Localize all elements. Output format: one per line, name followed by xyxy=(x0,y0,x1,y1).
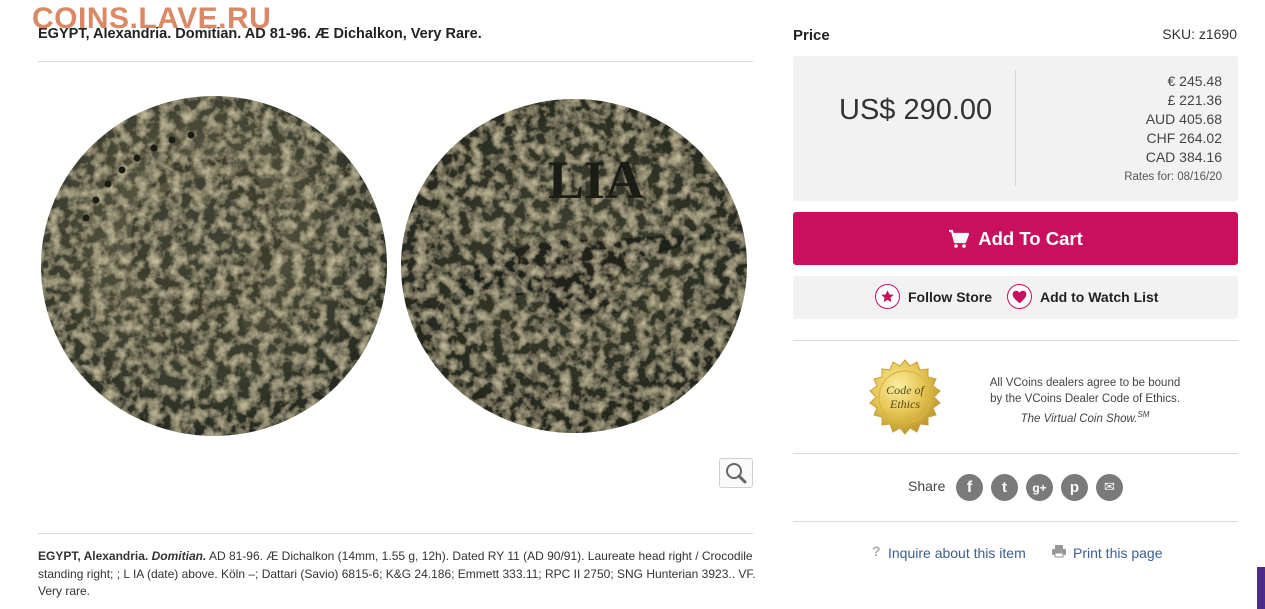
magnifier-icon xyxy=(726,463,747,484)
conversion-cad: CAD 384.16 xyxy=(1145,149,1222,165)
follow-watch-row: Follow Store Add to Watch List xyxy=(793,276,1238,319)
currency-conversions: € 245.48 £ 221.36 AUD 405.68 CHF 264.02 … xyxy=(1146,72,1222,167)
inquire-link[interactable]: ? Inquire about this item xyxy=(870,543,1026,561)
conversion-chf: CHF 264.02 xyxy=(1146,130,1222,146)
print-link[interactable]: Print this page xyxy=(1051,544,1163,561)
follow-store-button[interactable]: Follow Store xyxy=(875,284,992,309)
follow-divider xyxy=(793,340,1238,341)
ethics-line3: The Virtual Coin Show. xyxy=(1020,412,1138,425)
print-label: Print this page xyxy=(1073,544,1163,561)
question-icon: ? xyxy=(870,543,882,561)
ethics-line1: All VCoins dealers agree to be bound xyxy=(989,377,1181,389)
main-price: US$ 290.00 xyxy=(839,94,993,126)
twitter-icon[interactable]: t xyxy=(991,474,1018,501)
watermark: COINS.LAVE.RU xyxy=(32,2,272,35)
service-mark: SM xyxy=(1137,410,1150,419)
facebook-icon[interactable]: f xyxy=(956,474,983,501)
coin-reverse-legend: LIA xyxy=(548,150,644,210)
star-icon xyxy=(875,284,900,309)
seal-text-line2: Ethics xyxy=(889,397,920,411)
product-description: EGYPT, Alexandria. Domitian. AD 81-96. Æ… xyxy=(38,548,758,601)
cart-icon xyxy=(949,229,970,248)
ethics-line2: by the VCoins Dealer Code of Ethics. xyxy=(990,392,1180,405)
follow-store-label: Follow Store xyxy=(908,288,992,305)
heart-icon xyxy=(1007,284,1032,309)
side-feedback-tab[interactable] xyxy=(1257,567,1265,609)
coin-obverse xyxy=(41,96,387,436)
price-divider xyxy=(1015,70,1016,186)
rates-date: Rates for: 08/16/20 xyxy=(1124,171,1222,183)
google-plus-icon[interactable]: g+ xyxy=(1026,474,1053,501)
add-to-cart-button[interactable]: Add To Cart xyxy=(793,212,1238,265)
share-label: Share xyxy=(908,478,946,494)
conversion-gbp: £ 221.36 xyxy=(1167,92,1223,108)
coin-images[interactable]: LIA xyxy=(38,88,753,448)
email-icon[interactable]: ✉ xyxy=(1096,474,1123,501)
title-divider xyxy=(38,61,753,62)
inquire-label: Inquire about this item xyxy=(888,544,1026,561)
pinterest-icon[interactable]: p xyxy=(1061,474,1088,501)
add-watch-list-label: Add to Watch List xyxy=(1040,288,1159,305)
ethics-statement: All VCoins dealers agree to be bound by … xyxy=(975,376,1195,427)
seal-text-line1: Code of xyxy=(886,383,925,397)
code-of-ethics-seal[interactable]: Code of Ethics xyxy=(866,358,944,436)
printer-icon xyxy=(1051,544,1067,561)
add-watch-list-button[interactable]: Add to Watch List xyxy=(1007,284,1158,309)
description-ruler: Domitian. xyxy=(151,549,207,563)
add-to-cart-label: Add To Cart xyxy=(978,227,1083,249)
conversion-eur: € 245.48 xyxy=(1167,73,1223,89)
share-divider xyxy=(793,521,1238,522)
zoom-button[interactable] xyxy=(719,458,753,488)
description-divider xyxy=(38,533,753,534)
ethics-divider xyxy=(793,453,1238,454)
sku: SKU: z1690 xyxy=(1162,26,1237,42)
conversion-aud: AUD 405.68 xyxy=(1145,111,1222,127)
svg-text:?: ? xyxy=(872,544,881,558)
description-lead: EGYPT, Alexandria. xyxy=(38,549,149,563)
price-panel: US$ 290.00 € 245.48 £ 221.36 AUD 405.68 … xyxy=(793,56,1238,201)
price-label: Price xyxy=(793,27,830,44)
